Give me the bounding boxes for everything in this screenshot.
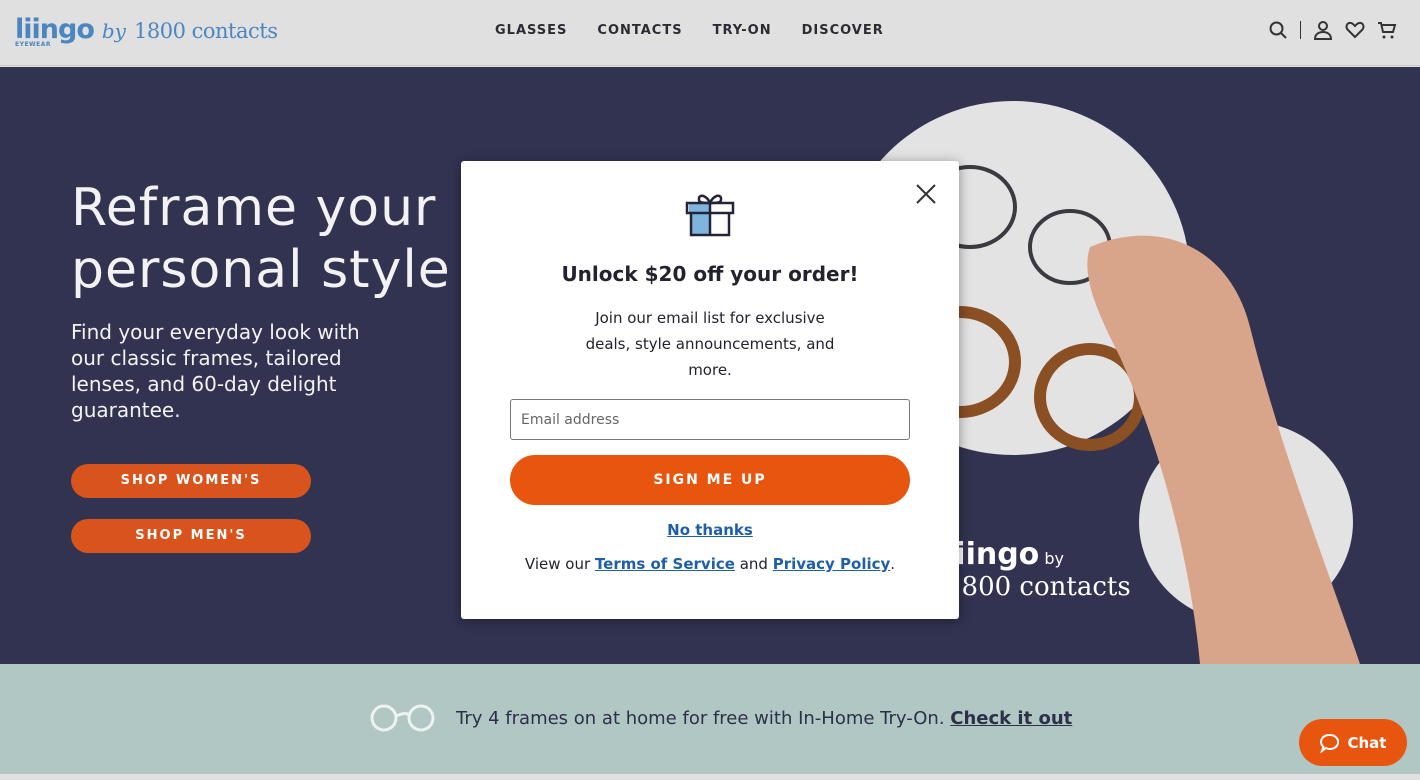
nav-discover[interactable]: DISCOVER (802, 23, 884, 38)
nav-contacts[interactable]: CONTACTS (597, 23, 682, 38)
hero-brand-partner: 1800 contacts (945, 572, 1131, 602)
logo-by: by (101, 19, 126, 43)
site-header: liingo EYEWEAR by 1800 contacts GLASSES C… (0, 0, 1420, 66)
shop-men-button[interactable]: SHOP MEN'S (71, 519, 311, 553)
glasses-icon (370, 704, 435, 732)
account-icon[interactable] (1313, 20, 1333, 40)
terms-suffix: . (890, 555, 896, 573)
hero-brand-by: by (1044, 549, 1065, 568)
logo-name: liingo EYEWEAR (15, 14, 95, 48)
heart-icon[interactable] (1345, 20, 1365, 40)
hero-brand-logo: liingo by 1800 contacts (945, 537, 1131, 602)
chat-label: Chat (1347, 733, 1387, 752)
cart-icon[interactable] (1377, 20, 1397, 40)
terms-prefix: View our (524, 555, 591, 573)
gift-icon (685, 194, 735, 237)
divider (1300, 21, 1301, 39)
modal-description: Join our email list for exclusive deals,… (585, 309, 835, 379)
chat-bubble-icon (1319, 733, 1339, 753)
chat-button[interactable]: Chat (1299, 719, 1407, 766)
terms-and: and (739, 555, 768, 573)
main-nav: GLASSES CONTACTS TRY-ON DISCOVER (495, 23, 884, 38)
logo[interactable]: liingo EYEWEAR by 1800 contacts (15, 14, 278, 48)
check-it-out-link[interactable]: Check it out (950, 708, 1072, 729)
modal-title: Unlock $20 off your order! (561, 262, 859, 286)
hero-title: Reframe your personal style (71, 178, 451, 300)
no-thanks-link[interactable]: No thanks (461, 521, 959, 539)
sign-me-up-button[interactable]: SIGN ME UP (510, 455, 910, 505)
logo-partner: 1800 contacts (133, 19, 278, 43)
banner-text: Try 4 frames on at home for free with In… (456, 708, 945, 729)
hero-brand-name: liingo (945, 537, 1040, 572)
nav-try-on[interactable]: TRY-ON (713, 23, 772, 38)
email-input[interactable] (510, 399, 910, 440)
nav-glasses[interactable]: GLASSES (495, 23, 567, 38)
terms-of-service-link[interactable]: Terms of Service (595, 555, 735, 573)
email-signup-modal: Unlock $20 off your order! Join our emai… (461, 161, 959, 619)
close-icon[interactable] (915, 183, 937, 205)
shop-women-button[interactable]: SHOP WOMEN'S (71, 464, 311, 498)
terms-text: View our Terms of Service and Privacy Po… (461, 555, 959, 573)
banner-text-wrap: Try 4 frames on at home for free with In… (456, 708, 1072, 729)
header-icons (1268, 20, 1397, 40)
try-on-banner: Try 4 frames on at home for free with In… (0, 664, 1420, 774)
logo-sub: EYEWEAR (15, 41, 52, 48)
search-icon[interactable] (1268, 20, 1288, 40)
hero-subtitle: Find your everyday look with our classic… (71, 320, 360, 422)
privacy-policy-link[interactable]: Privacy Policy (773, 555, 891, 573)
